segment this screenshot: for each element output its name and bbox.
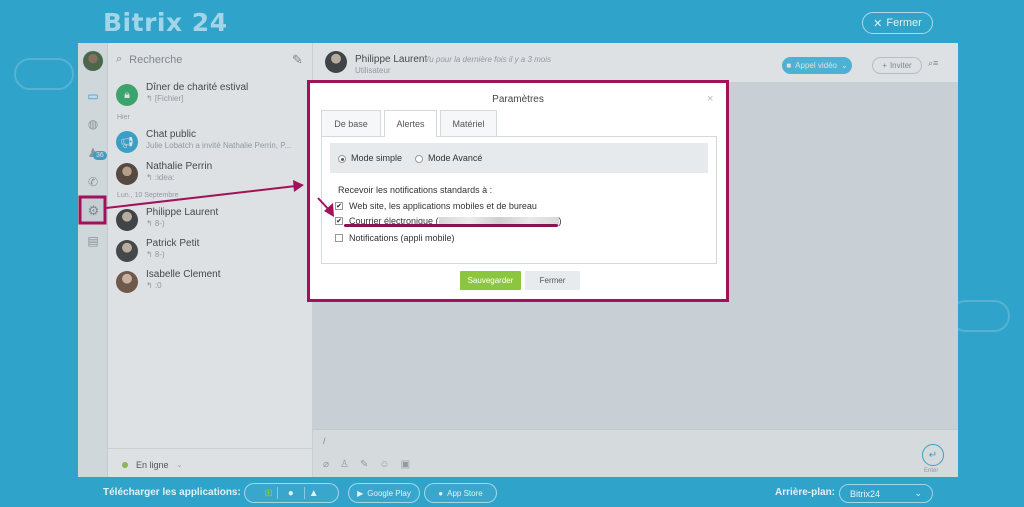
mode-simple-radio[interactable]: Mode simple <box>338 153 402 163</box>
download-apps-label: Télécharger les applications: <box>103 487 241 498</box>
background-cloud <box>950 300 1010 332</box>
mode-advanced-radio[interactable]: Mode Avancé <box>415 153 482 163</box>
play-icon: ▶ <box>357 488 364 498</box>
checkbox-unchecked[interactable] <box>335 234 343 242</box>
background-label: Arrière-plan: <box>775 487 836 498</box>
radio-icon <box>338 154 346 163</box>
tab-alerts[interactable]: Alertes <box>384 110 437 137</box>
close-icon[interactable]: × <box>707 93 713 105</box>
option-email[interactable]: ✔ Courrier électronique () <box>335 216 562 227</box>
dialog-title: Paramètres <box>492 94 544 105</box>
settings-dialog: Paramètres × De base Alertes Matériel Mo… <box>307 80 729 302</box>
background-select[interactable]: Bitrix24 ⌄ <box>839 484 933 503</box>
windows-icon[interactable]: ⊞ <box>264 488 272 499</box>
background-cloud <box>14 58 74 90</box>
alerts-panel: Mode simple Mode Avancé Recevoir les not… <box>321 136 717 264</box>
option-website[interactable]: ✔ Web site, les applications mobiles et … <box>335 201 537 211</box>
desktop-apps-group: ⊞ ● ▲ <box>244 483 339 503</box>
brand-logo: Bitrix 24 <box>103 8 228 37</box>
receive-label: Recevoir les notifications standards à : <box>338 185 493 195</box>
apple-icon: ● <box>438 488 444 498</box>
apple-icon[interactable]: ● <box>282 488 300 499</box>
checkbox-checked[interactable]: ✔ <box>335 202 343 210</box>
close-button[interactable]: ✕ Fermer <box>862 12 933 34</box>
google-play-button[interactable]: ▶ Google Play <box>348 483 420 503</box>
cancel-button[interactable]: Fermer <box>525 271 580 290</box>
mode-selector: Mode simple Mode Avancé <box>330 143 708 173</box>
app-store-button[interactable]: ● App Store <box>424 483 497 503</box>
redacted-email <box>438 217 559 227</box>
radio-icon <box>415 154 424 163</box>
tab-basic[interactable]: De base <box>321 110 381 136</box>
close-icon: ✕ <box>873 17 883 30</box>
option-mobile[interactable]: Notifications (appli mobile) <box>335 233 455 243</box>
chevron-down-icon: ⌄ <box>914 488 922 498</box>
tab-hardware[interactable]: Matériel <box>440 110 497 136</box>
checkbox-checked[interactable]: ✔ <box>335 217 343 226</box>
linux-icon[interactable]: ▲ <box>309 488 319 499</box>
save-button[interactable]: Sauvegarder <box>460 271 521 290</box>
